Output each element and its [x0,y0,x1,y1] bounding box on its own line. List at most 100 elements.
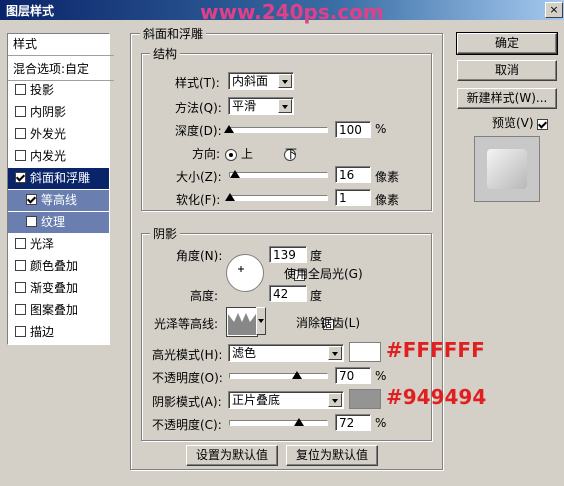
shadow-color-swatch[interactable] [349,389,381,409]
chevron-down-icon[interactable] [278,99,292,113]
style-item-bevel-emboss[interactable]: 斜面和浮雕 [8,168,109,189]
highlight-opacity-thumb[interactable] [292,371,302,379]
style-item-label: 颜色叠加 [30,259,79,273]
close-button[interactable]: × [545,2,563,18]
style-item-pattern-overlay[interactable]: 图案叠加 [8,300,109,321]
style-item-inner-shadow[interactable]: 内阴影 [8,102,109,123]
bevel-emboss-title: 斜面和浮雕 [140,25,207,42]
style-item-stroke[interactable]: 描边 [8,322,109,343]
checkbox-icon[interactable] [15,128,26,139]
checkbox-icon[interactable] [15,260,26,271]
ok-button[interactable]: 确定 [456,32,558,55]
style-item-color-overlay[interactable]: 颜色叠加 [8,256,109,277]
checkbox-icon[interactable] [15,172,26,183]
highlight-opacity-track[interactable] [229,373,328,379]
technique-select[interactable]: 平滑 [228,97,294,115]
shadow-opacity-input[interactable]: 72 [335,414,371,431]
checkbox-icon[interactable] [15,326,26,337]
new-style-button[interactable]: 新建样式(W)... [457,88,557,109]
style-item-texture[interactable]: 纹理 [8,212,109,233]
watermark: www.240ps.com [200,0,384,24]
depth-input[interactable]: 100 [335,121,371,138]
gloss-contour-label: 光泽等高线: [154,317,219,331]
checkbox-icon[interactable] [15,106,26,117]
reset-default-button[interactable]: 复位为默认值 [286,445,378,466]
highlight-opacity-label: 不透明度(O): [152,371,223,385]
style-item-label: 投影 [30,83,55,97]
checkbox-icon[interactable] [15,238,26,249]
style-item-label: 图案叠加 [30,303,79,317]
chevron-down-icon[interactable] [328,393,342,407]
title-bar: 图层样式 www.240ps.com × [0,0,564,24]
checkbox-icon[interactable] [26,194,37,205]
styles-header[interactable]: 样式 [8,34,114,56]
checkbox-icon[interactable] [15,304,26,315]
shadow-opacity-thumb[interactable] [294,418,304,426]
angle-dial[interactable] [226,254,264,292]
depth-label: 深度(D): [175,124,222,138]
style-item-label: 斜面和浮雕 [30,171,91,185]
chevron-down-icon[interactable] [278,74,292,88]
style-item-label: 外发光 [30,127,67,141]
size-unit: 像素 [375,170,400,184]
style-item-label: 渐变叠加 [30,281,79,295]
gloss-contour-dropdown[interactable] [256,307,266,335]
cancel-button[interactable]: 取消 [457,60,557,81]
highlight-mode-select[interactable]: 滤色 [228,344,344,362]
style-select-value: 内斜面 [232,74,269,88]
checkbox-icon[interactable] [15,150,26,161]
soften-slider-thumb[interactable] [225,193,235,201]
shadow-hex-annotation: #949494 [386,385,487,409]
checkbox-icon[interactable] [15,282,26,293]
direction-down-label: 下 [285,147,298,161]
shadow-opacity-unit: % [375,416,387,430]
altitude-label: 高度: [190,289,219,303]
highlight-opacity-input[interactable]: 70 [335,367,371,384]
style-select[interactable]: 内斜面 [228,72,294,90]
angle-label: 角度(N): [176,249,223,263]
soften-slider-track[interactable] [229,195,328,201]
depth-slider-track[interactable] [229,127,328,133]
direction-up-radio[interactable] [225,148,237,161]
checkbox-icon[interactable] [15,84,26,95]
style-item-outer-glow[interactable]: 外发光 [8,124,109,145]
altitude-input[interactable]: 42 [269,285,307,302]
angle-unit: 度 [310,249,323,263]
gloss-contour-swatch[interactable] [226,307,258,337]
highlight-mode-value: 滤色 [232,346,257,360]
preview-checkbox[interactable] [537,119,549,130]
preview-thumbnail [474,136,540,202]
contour-curve-icon [228,313,256,335]
global-light-label: 使用全局光(G) [284,267,363,281]
highlight-hex-annotation: #FFFFFF [386,338,485,362]
soften-input[interactable]: 1 [335,189,371,206]
shadow-mode-select[interactable]: 正片叠底 [228,391,344,409]
highlight-opacity-unit: % [375,369,387,383]
size-input[interactable]: 16 [335,166,371,183]
depth-slider-thumb[interactable] [224,125,234,133]
antialias-label: 消除锯齿(L) [296,316,361,330]
shadow-opacity-track[interactable] [229,420,328,426]
style-item-drop-shadow[interactable]: 投影 [8,80,109,101]
shading-title: 阴影 [150,225,181,242]
blending-options[interactable]: 混合选项:自定 [8,59,114,81]
technique-select-value: 平滑 [232,99,257,113]
style-item-satin[interactable]: 光泽 [8,234,109,255]
set-default-button[interactable]: 设置为默认值 [186,445,278,466]
style-item-contour[interactable]: 等高线 [8,190,109,211]
style-item-inner-glow[interactable]: 内发光 [8,146,109,167]
size-slider-thumb[interactable] [230,170,240,178]
depth-unit: % [375,122,387,136]
angle-input[interactable]: 139 [269,246,307,263]
direction-label: 方向: [192,147,221,161]
checkbox-icon[interactable] [26,216,37,227]
style-item-label: 描边 [30,325,55,339]
size-slider-track[interactable] [229,172,328,178]
style-item-label: 纹理 [41,215,66,229]
styles-list: 样式 混合选项:自定 投影 内阴影 外发光 内发光 斜面和浮雕 等高线 纹理 光… [7,33,114,345]
chevron-down-icon[interactable] [328,346,342,360]
technique-label: 方法(Q): [175,101,222,115]
highlight-color-swatch[interactable] [349,342,381,362]
shadow-mode-value: 正片叠底 [232,393,281,407]
style-item-gradient-overlay[interactable]: 渐变叠加 [8,278,109,299]
